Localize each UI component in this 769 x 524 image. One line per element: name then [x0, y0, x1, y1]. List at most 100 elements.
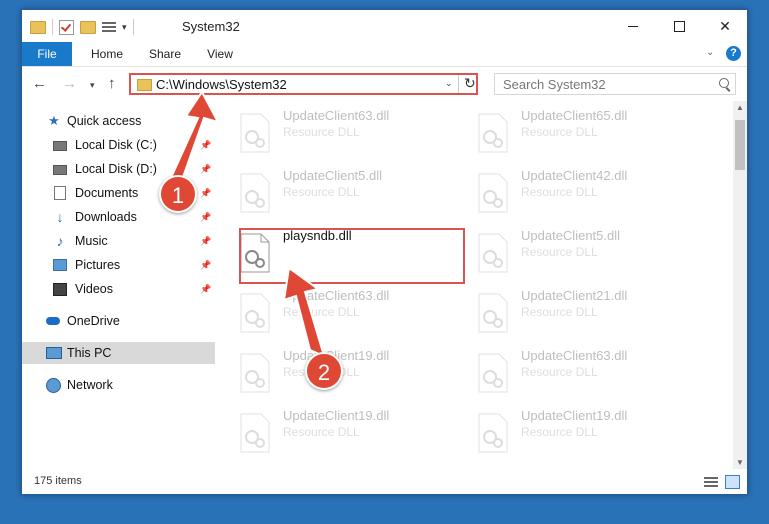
sidebar-item-quick-access[interactable]: ★ Quick access: [22, 110, 215, 132]
tab-share[interactable]: Share: [144, 42, 186, 66]
pin-icon[interactable]: 📌: [200, 164, 211, 175]
forward-button[interactable]: →: [62, 75, 77, 92]
file-item[interactable]: UpdateClient5.dll Resource DLL: [467, 223, 693, 281]
step-badge-1: 1: [159, 175, 197, 213]
sidebar-item-label: Local Disk (C:): [75, 138, 157, 152]
sidebar-item-label: Documents: [75, 186, 139, 200]
quick-access-toolbar: ▾: [30, 18, 134, 36]
computer-icon: [46, 347, 62, 359]
sidebar-item-label: Network: [67, 378, 113, 392]
maximize-icon: [673, 20, 685, 32]
file-item[interactable]: UpdateClient63.dll Resource DLL: [229, 283, 455, 341]
pin-icon[interactable]: 📌: [200, 140, 211, 151]
close-icon: ✕: [719, 17, 731, 34]
file-name: UpdateClient42.dll: [521, 168, 628, 183]
file-item[interactable]: UpdateClient63.dll Resource DLL: [229, 103, 455, 161]
window-title: System32: [182, 19, 240, 34]
dll-file-icon: [478, 233, 508, 273]
download-icon: ↓: [56, 209, 64, 225]
sidebar-item-this-pc[interactable]: This PC: [22, 342, 215, 364]
address-path[interactable]: C:\Windows\System32: [156, 77, 287, 92]
sidebar-item-onedrive[interactable]: OneDrive: [22, 310, 215, 332]
expand-ribbon-icon[interactable]: ⌄: [706, 47, 714, 58]
sidebar-item-label: Pictures: [75, 258, 121, 272]
tab-view[interactable]: View: [202, 42, 238, 66]
sidebar-item-pictures[interactable]: Pictures 📌: [22, 254, 215, 276]
file-name: UpdateClient5.dll: [521, 228, 621, 243]
sidebar-item-label: Quick access: [67, 114, 142, 128]
video-icon: [53, 282, 67, 296]
pin-icon[interactable]: 📌: [200, 284, 211, 295]
sidebar-item-videos[interactable]: Videos 📌: [22, 278, 215, 300]
drive-icon: [53, 165, 67, 175]
refresh-button[interactable]: ↻: [464, 75, 476, 92]
dll-file-icon: [478, 353, 508, 393]
dll-file-icon: [240, 113, 270, 153]
search-box[interactable]: Search System32: [494, 73, 736, 95]
pin-icon[interactable]: 📌: [200, 260, 211, 271]
properties-check-icon[interactable]: [59, 19, 74, 35]
search-input[interactable]: Search System32: [503, 77, 606, 92]
sidebar-item-network[interactable]: Network: [22, 374, 215, 396]
maximize-button[interactable]: [656, 10, 702, 42]
address-bar[interactable]: C:\Windows\System32 ⌄ ↻: [129, 73, 478, 95]
sidebar-item-label: Music: [75, 234, 108, 248]
dll-file-icon: [478, 113, 508, 153]
divider: [458, 75, 459, 93]
divider: [132, 19, 134, 35]
status-bar: 175 items: [22, 469, 747, 494]
file-type: Resource DLL: [521, 365, 598, 379]
file-name: UpdateClient5.dll: [283, 168, 383, 183]
cloud-icon: [46, 317, 60, 325]
pin-icon[interactable]: 📌: [200, 236, 211, 247]
navigation-pane: ★ Quick access Local Disk (C:) 📌 Local D…: [22, 101, 215, 469]
file-item[interactable]: UpdateClient42.dll Resource DLL: [467, 163, 693, 221]
scroll-down-icon[interactable]: ▼: [736, 458, 744, 467]
file-item[interactable]: UpdateClient21.dll Resource DLL: [467, 283, 693, 341]
file-type: Resource DLL: [521, 305, 598, 319]
customize-toolbar-icon[interactable]: [102, 21, 116, 33]
dll-file-icon: [240, 413, 270, 453]
tab-file[interactable]: File: [22, 42, 72, 66]
dll-file-icon: [478, 173, 508, 213]
dll-file-icon: [478, 293, 508, 333]
sidebar-item-music[interactable]: ♪ Music 📌: [22, 230, 215, 252]
file-type: Resource DLL: [283, 305, 360, 319]
large-icons-view-button[interactable]: [725, 475, 740, 489]
help-icon[interactable]: ?: [726, 46, 741, 61]
pin-icon[interactable]: 📌: [200, 212, 211, 223]
title-bar: ▾ System32 ✕: [22, 10, 747, 42]
recent-locations-button[interactable]: ▾: [90, 80, 95, 91]
minimize-button[interactable]: [610, 10, 656, 42]
star-icon: ★: [48, 113, 60, 128]
sidebar-item-local-disk-c[interactable]: Local Disk (C:) 📌: [22, 134, 215, 156]
sidebar-item-label: Videos: [75, 282, 113, 296]
scroll-thumb[interactable]: [735, 120, 745, 170]
file-item[interactable]: UpdateClient5.dll Resource DLL: [229, 163, 455, 221]
file-name: UpdateClient21.dll: [521, 288, 628, 303]
file-item[interactable]: UpdateClient63.dll Resource DLL: [467, 343, 693, 401]
navigation-bar: ← → ▾ ↑ C:\Windows\System32 ⌄ ↻ Search S…: [22, 67, 747, 101]
search-icon: [719, 78, 729, 88]
file-item[interactable]: UpdateClient19.dll Resource DLL: [229, 403, 455, 461]
chevron-down-icon[interactable]: ⌄: [445, 78, 453, 89]
sidebar-item-label: OneDrive: [67, 314, 120, 328]
file-item[interactable]: UpdateClient65.dll Resource DLL: [467, 103, 693, 161]
file-type: Resource DLL: [521, 425, 598, 439]
tab-home[interactable]: Home: [84, 42, 130, 66]
up-button[interactable]: ↑: [108, 75, 116, 92]
pin-icon[interactable]: 📌: [200, 188, 211, 199]
file-item[interactable]: UpdateClient19.dll Resource DLL: [467, 403, 693, 461]
file-name: UpdateClient63.dll: [283, 108, 390, 123]
details-view-button[interactable]: [704, 476, 718, 488]
vertical-scrollbar[interactable]: ▲ ▼: [733, 101, 747, 469]
scroll-up-icon[interactable]: ▲: [736, 103, 744, 112]
sidebar-item-label: Downloads: [75, 210, 137, 224]
step-badge-2: 2: [305, 352, 343, 390]
file-type: Resource DLL: [521, 245, 598, 259]
new-folder-icon[interactable]: [80, 20, 96, 34]
back-button[interactable]: ←: [32, 75, 47, 92]
file-type: Resource DLL: [283, 425, 360, 439]
chevron-down-icon[interactable]: ▾: [122, 22, 127, 33]
close-button[interactable]: ✕: [702, 10, 748, 42]
